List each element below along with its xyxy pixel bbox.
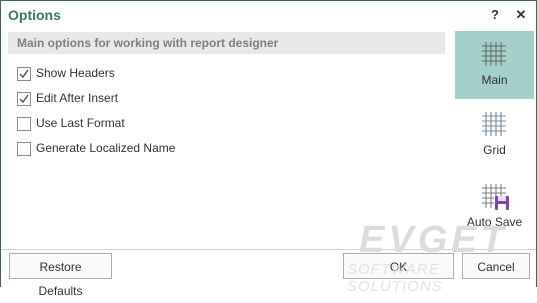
options-panel: Main options for working with report des… [1, 29, 452, 249]
sidebar-item-grid-label: Grid [483, 143, 506, 157]
options-sidebar: Main Grid Auto Save [453, 29, 536, 249]
auto-save-icon [482, 184, 509, 210]
show-headers-label: Show Headers [36, 66, 115, 80]
help-button[interactable]: ? [487, 6, 503, 24]
section-header: Main options for working with report des… [8, 32, 445, 54]
generate-localized-name-label: Generate Localized Name [36, 141, 176, 155]
sidebar-item-grid[interactable]: Grid [455, 101, 534, 169]
checkmark-icon [19, 69, 29, 79]
edit-after-insert-checkbox[interactable] [17, 92, 31, 106]
checkmark-icon [19, 94, 29, 104]
use-last-format-checkbox[interactable] [17, 117, 31, 131]
title-bar: Options ? ✕ [1, 1, 536, 29]
options-dialog: Options ? ✕ Main options for working wit… [0, 0, 537, 298]
close-button[interactable]: ✕ [513, 6, 529, 24]
dialog-footer: Restore Defaults OK Cancel [1, 249, 536, 298]
dialog-title: Options [8, 7, 61, 23]
use-last-format-label: Use Last Format [36, 116, 125, 130]
section-header-text: Main options for working with report des… [17, 36, 279, 50]
cancel-button[interactable]: Cancel [462, 253, 530, 279]
sidebar-item-main[interactable]: Main [455, 31, 534, 99]
sidebar-item-auto-save-label: Auto Save [466, 215, 523, 229]
grid-main-icon [482, 42, 506, 66]
generate-localized-name-checkbox[interactable] [17, 142, 31, 156]
restore-defaults-button[interactable]: Restore Defaults [9, 253, 112, 298]
show-headers-checkbox[interactable] [17, 67, 31, 81]
sidebar-item-main-label: Main [481, 73, 508, 87]
grid-icon [482, 112, 506, 136]
edit-after-insert-label: Edit After Insert [36, 91, 119, 105]
sidebar-item-auto-save[interactable]: Auto Save [455, 173, 534, 241]
ok-button[interactable]: OK [343, 253, 454, 279]
